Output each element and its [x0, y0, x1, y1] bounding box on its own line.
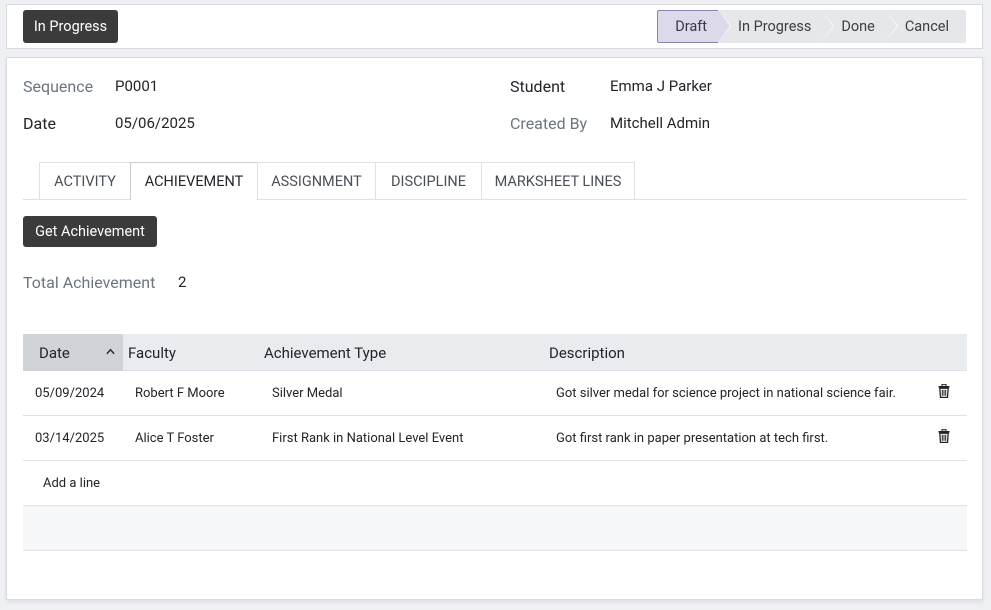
trash-icon[interactable] [938, 429, 950, 443]
sequence-value: P0001 [115, 77, 159, 95]
cell-description: Got silver medal for science project in … [556, 386, 896, 401]
created-by-value: Mitchell Admin [610, 114, 711, 132]
trash-icon[interactable] [938, 384, 950, 398]
date-label: Date [23, 114, 56, 133]
total-achievement-label: Total Achievement [23, 273, 156, 292]
add-line-link[interactable]: Add a line [43, 461, 100, 505]
in-progress-button[interactable]: In Progress [23, 10, 118, 43]
stage-pipeline: Draft In Progress Done Cancel [657, 10, 966, 43]
total-achievement-value: 2 [178, 273, 187, 291]
cell-faculty: Alice T Foster [135, 431, 214, 446]
cell-faculty: Robert F Moore [135, 386, 225, 401]
tab-marksheet-lines[interactable]: MARKSHEET LINES [481, 162, 635, 199]
table-row[interactable]: 03/14/2025 Alice T Foster First Rank in … [23, 416, 967, 461]
cell-date: 05/09/2024 [35, 386, 105, 401]
column-faculty-header[interactable]: Faculty [128, 334, 176, 371]
table-header: Date Faculty Achievement Type Descriptio… [23, 334, 967, 371]
stage-label: In Progress [738, 18, 812, 35]
tab-achievement[interactable]: ACHIEVEMENT [130, 162, 258, 200]
cell-type: Silver Medal [272, 386, 343, 401]
table-row[interactable]: 05/09/2024 Robert F Moore Silver Medal G… [23, 371, 967, 416]
stage-label: Draft [675, 18, 708, 35]
tab-discipline[interactable]: DISCIPLINE [375, 162, 482, 199]
cell-date: 03/14/2025 [35, 431, 105, 446]
status-bar: In Progress Draft In Progress Done Cance… [6, 4, 983, 49]
chevron-up-icon [106, 348, 115, 355]
student-label: Student [510, 77, 566, 96]
stage-cancel[interactable]: Cancel [884, 10, 966, 43]
stage-label: Cancel [904, 18, 949, 35]
column-label: Date [39, 343, 70, 362]
stage-label: Done [841, 18, 875, 35]
student-field[interactable]: Emma J Parker [610, 77, 712, 95]
notebook-tabs: ACTIVITY ACHIEVEMENT ASSIGNMENT DISCIPLI… [23, 162, 967, 200]
table-footer [23, 506, 967, 551]
column-type-header[interactable]: Achievement Type [264, 334, 386, 371]
column-description-header[interactable]: Description [549, 334, 625, 371]
column-date-header[interactable]: Date [23, 334, 123, 371]
cell-description: Got first rank in paper presentation at … [556, 431, 829, 446]
tab-activity[interactable]: ACTIVITY [39, 162, 131, 199]
cell-type: First Rank in National Level Event [272, 431, 464, 446]
tab-assignment[interactable]: ASSIGNMENT [257, 162, 376, 199]
created-by-label: Created By [510, 114, 588, 133]
form-sheet: Sequence P0001 Date 05/06/2025 Student E… [6, 57, 983, 600]
stage-in-progress[interactable]: In Progress [718, 10, 834, 43]
date-field[interactable]: 05/06/2025 [115, 114, 195, 132]
add-line-row: Add a line [23, 461, 967, 506]
get-achievement-button[interactable]: Get Achievement [23, 216, 157, 247]
stage-draft[interactable]: Draft [657, 10, 730, 43]
achievement-table: Date Faculty Achievement Type Descriptio… [23, 334, 967, 551]
sequence-label: Sequence [23, 77, 94, 96]
